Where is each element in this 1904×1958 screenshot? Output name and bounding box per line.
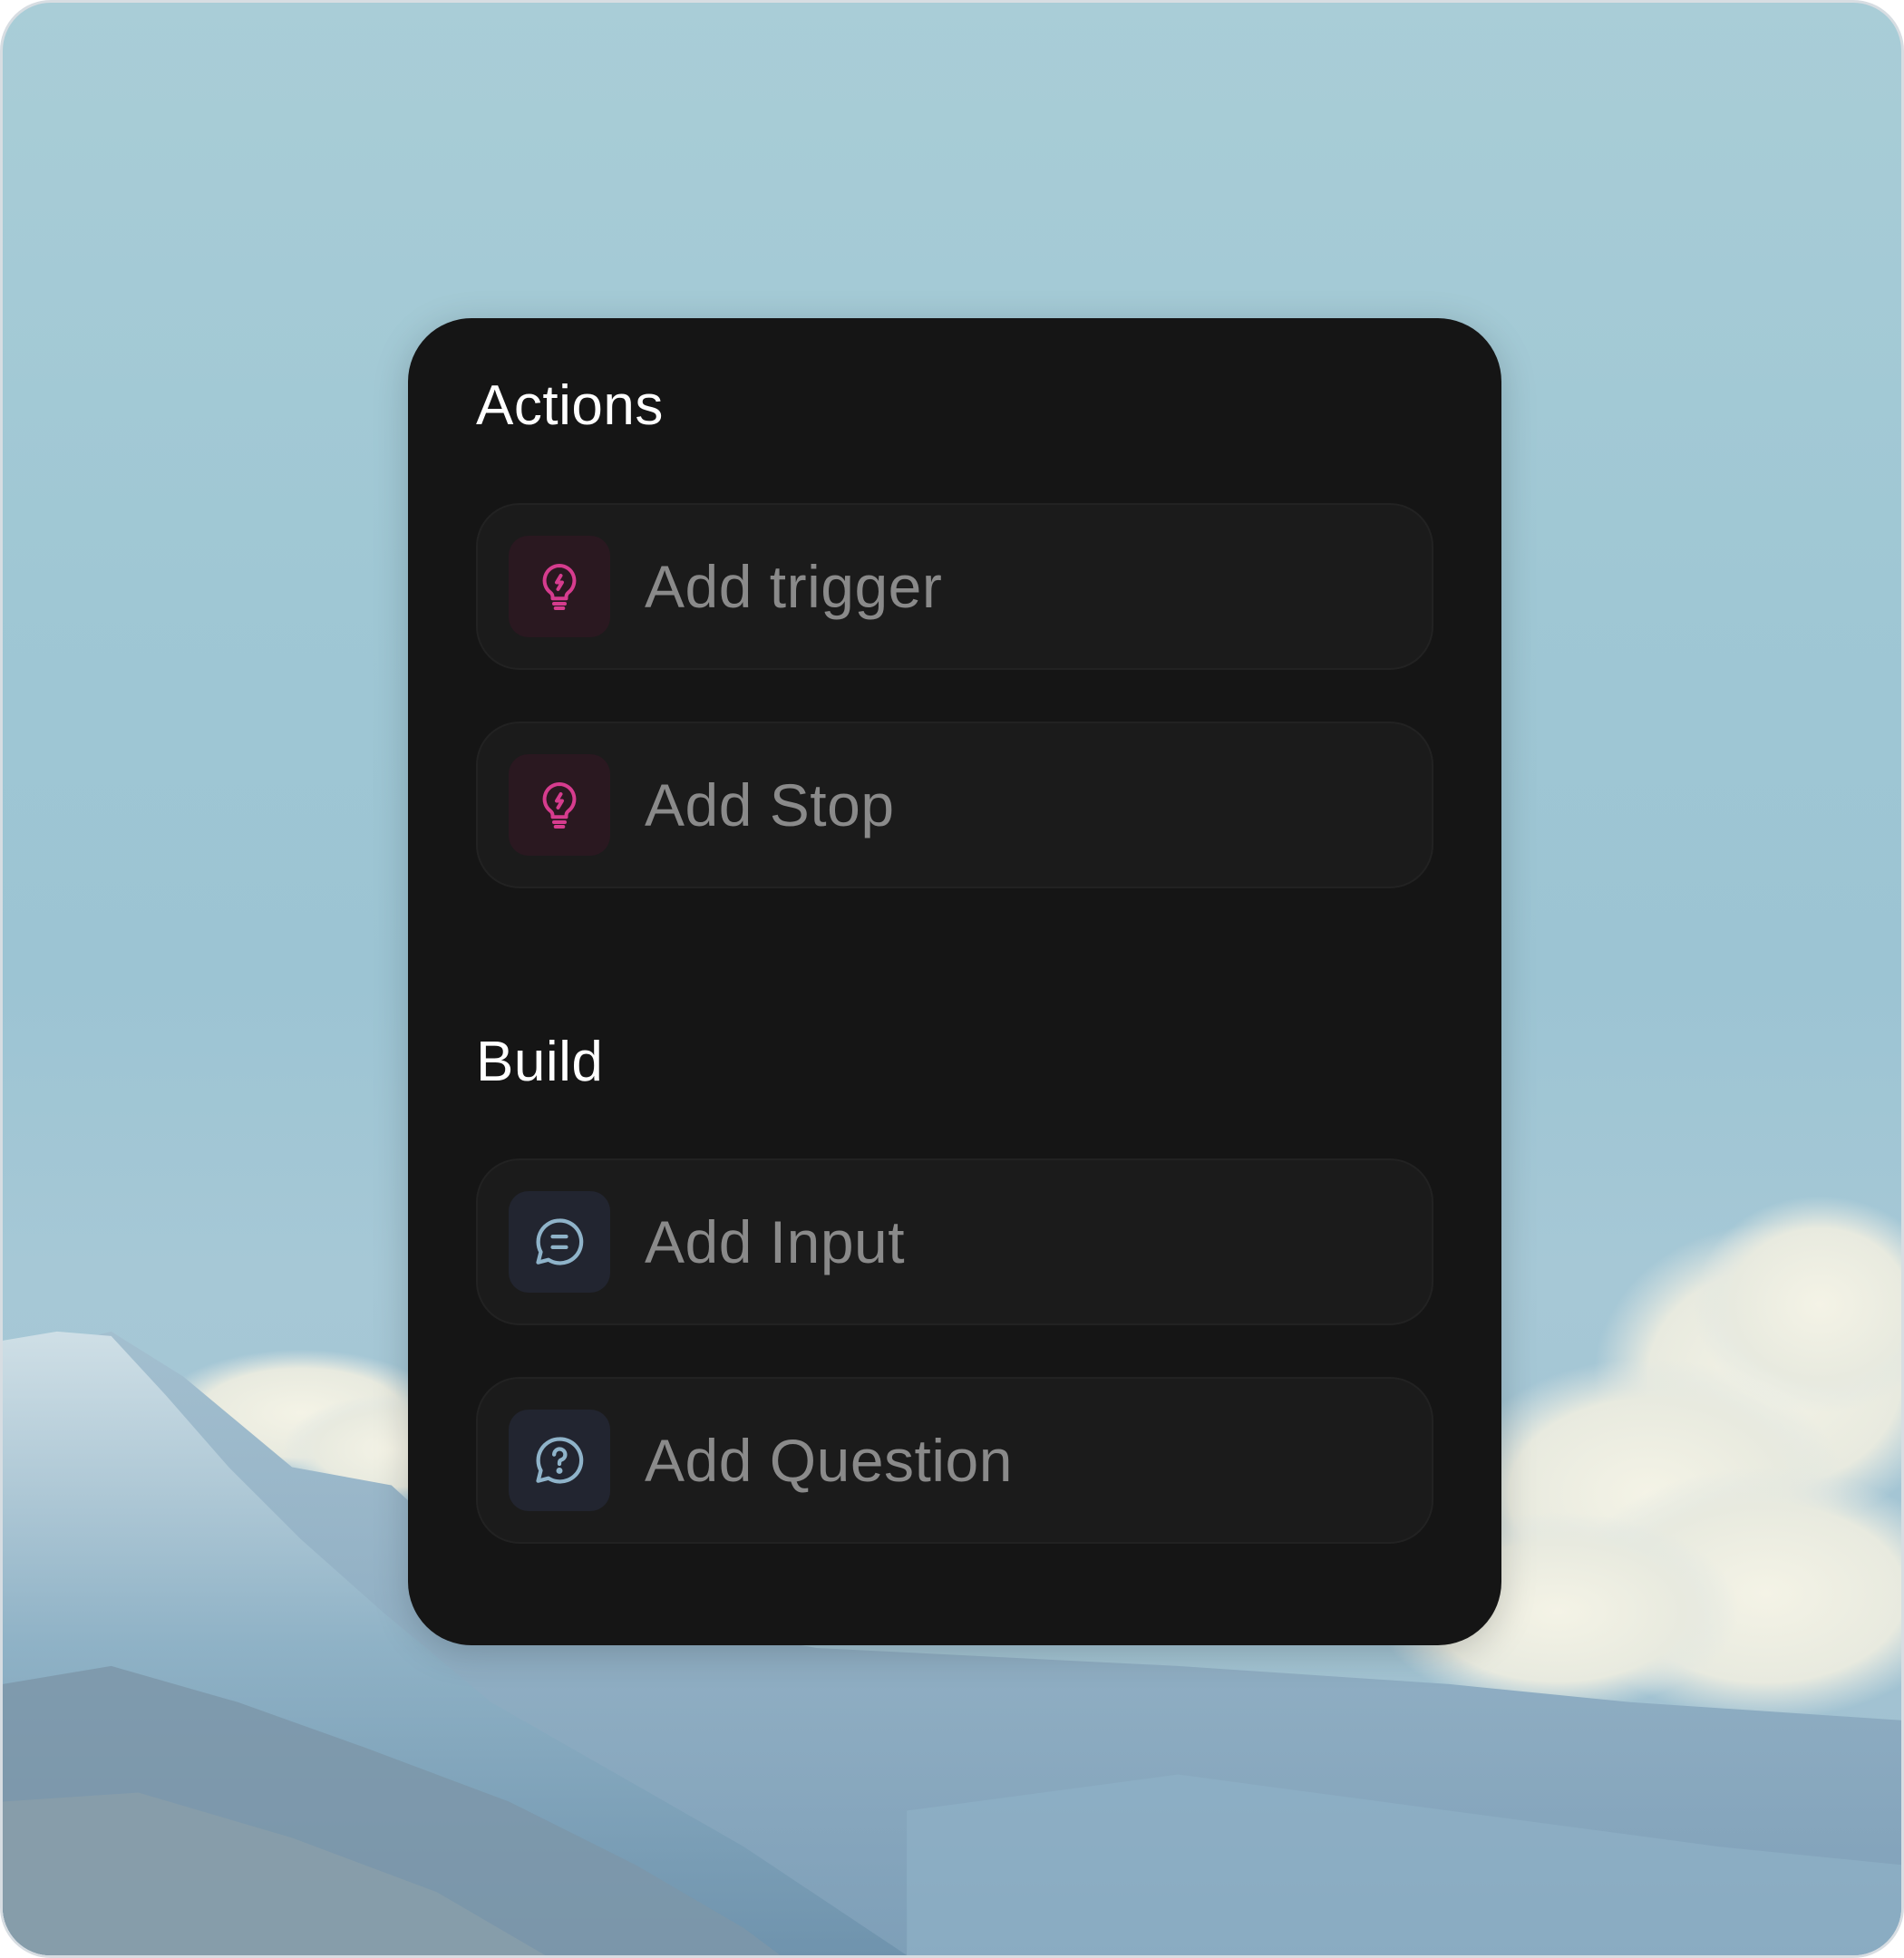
chat-lines-icon [509,1191,610,1293]
section-title-build: Build [476,1031,604,1093]
add-question-button[interactable]: Add Question [476,1377,1433,1544]
section-title-actions: Actions [476,374,664,437]
add-stop-label: Add Stop [645,771,895,838]
lightbulb-bolt-icon [509,754,610,856]
add-input-label: Add Input [645,1208,906,1275]
add-trigger-button[interactable]: Add trigger [476,503,1433,670]
actions-panel: Actions Add trigger Add Stop Build Add I… [408,318,1501,1645]
background-frame: Actions Add trigger Add Stop Build Add I… [0,0,1904,1958]
chat-question-icon [509,1410,610,1511]
add-input-button[interactable]: Add Input [476,1158,1433,1325]
lightbulb-bolt-icon [509,536,610,637]
add-stop-button[interactable]: Add Stop [476,722,1433,888]
add-trigger-label: Add trigger [645,553,943,620]
add-question-label: Add Question [645,1427,1013,1494]
